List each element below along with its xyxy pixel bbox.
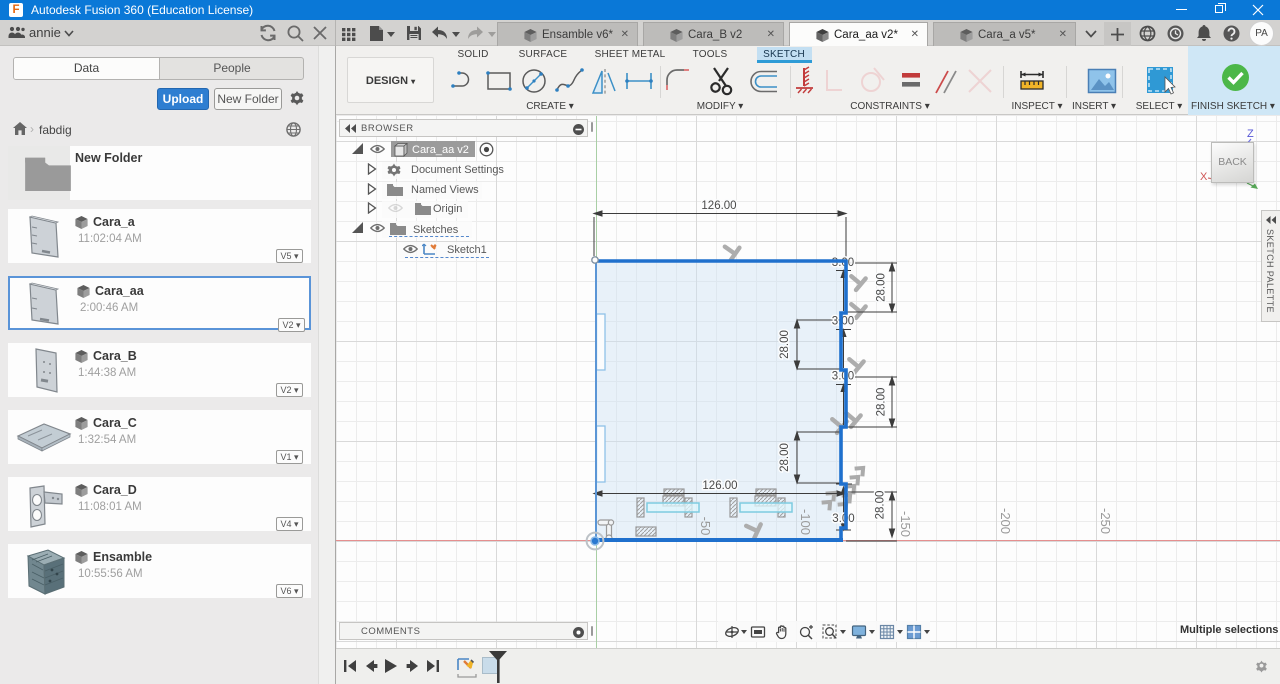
svg-text:28.00: 28.00 [875, 491, 887, 520]
svg-text:28.00: 28.00 [779, 443, 791, 472]
svg-text:28.00: 28.00 [876, 388, 888, 417]
svg-text:3.00: 3.00 [832, 316, 854, 328]
svg-text:126.00: 126.00 [701, 200, 736, 212]
svg-text:-150: -150 [898, 511, 913, 537]
svg-text:-200: -200 [998, 508, 1013, 534]
svg-text:3.00: 3.00 [832, 513, 854, 525]
svg-text:126.00: 126.00 [702, 480, 737, 492]
svg-text:-50: -50 [698, 517, 713, 536]
svg-text:3.00: 3.00 [832, 257, 854, 269]
svg-text:3.00: 3.00 [832, 371, 854, 383]
svg-text:28.00: 28.00 [779, 330, 791, 359]
svg-text:-100: -100 [798, 509, 813, 535]
svg-text:28.00: 28.00 [876, 273, 888, 302]
svg-text:-250: -250 [1098, 508, 1113, 534]
